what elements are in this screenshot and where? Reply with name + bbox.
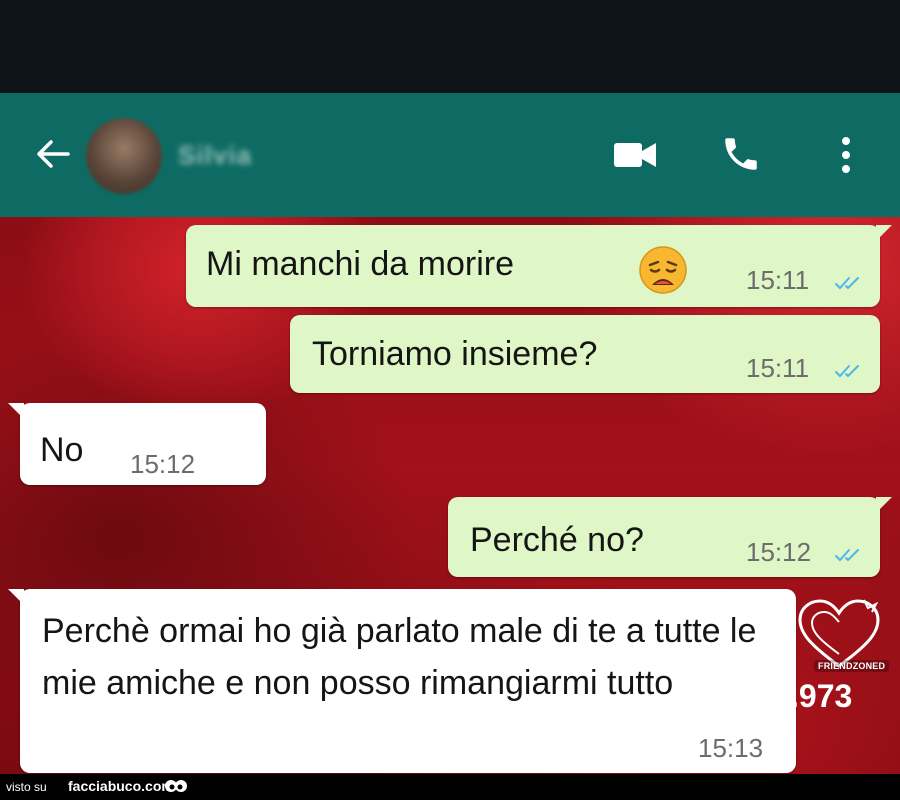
more-vert-icon[interactable] — [838, 133, 854, 177]
message-time: 15:13 — [698, 733, 764, 763]
video-call-icon[interactable] — [612, 139, 658, 171]
bubble-tail — [876, 497, 892, 513]
message-text: Perchè ormai ho già parlato male di te a… — [42, 612, 757, 702]
message-time: 15:12 — [746, 537, 812, 567]
eyes-logo-icon — [165, 780, 187, 792]
watermark-site: facciabuco.com — [68, 778, 174, 794]
message-time: 15:11 — [746, 265, 810, 295]
weary-face-emoji-icon — [639, 246, 687, 294]
bubble-tail — [8, 403, 24, 419]
message-bubble-in[interactable]: No 15:12 — [8, 403, 266, 485]
message-text: No — [40, 431, 84, 469]
phone-icon[interactable] — [720, 133, 762, 175]
read-ticks-icon — [835, 549, 859, 562]
message-bubble-out[interactable]: Mi manchi da morire 15:11 — [186, 225, 892, 307]
likes-count: .973 — [790, 678, 853, 714]
watermark-visto: visto su — [6, 780, 47, 794]
message-bubble-out[interactable]: Torniamo insieme? 15:11 — [290, 315, 880, 393]
bubble-tail — [876, 225, 892, 241]
message-bubble-out[interactable]: Perché no? 15:12 — [448, 497, 892, 577]
back-arrow-icon[interactable] — [30, 131, 76, 177]
status-bar — [0, 0, 900, 93]
message-time: 15:11 — [746, 353, 810, 383]
message-bubble-in[interactable]: Perchè ormai ho già parlato male di te a… — [8, 589, 796, 773]
chat-area: Mi manchi da morire 15:11 Torniamo insie… — [0, 217, 900, 774]
contact-avatar[interactable] — [86, 118, 162, 194]
message-text: Mi manchi da morire — [206, 245, 514, 283]
message-text: Torniamo insieme? — [312, 335, 598, 373]
contact-name[interactable]: Silvia — [178, 140, 252, 171]
message-text: Perché no? — [470, 521, 644, 559]
read-ticks-icon — [835, 365, 859, 378]
bubble-tail — [8, 589, 24, 605]
message-time: 15:12 — [130, 449, 196, 479]
watermark-bar: visto su facciabuco.com — [0, 774, 900, 800]
friendzoned-badge: FRIENDZONED — [814, 660, 890, 672]
read-ticks-icon — [835, 277, 859, 290]
